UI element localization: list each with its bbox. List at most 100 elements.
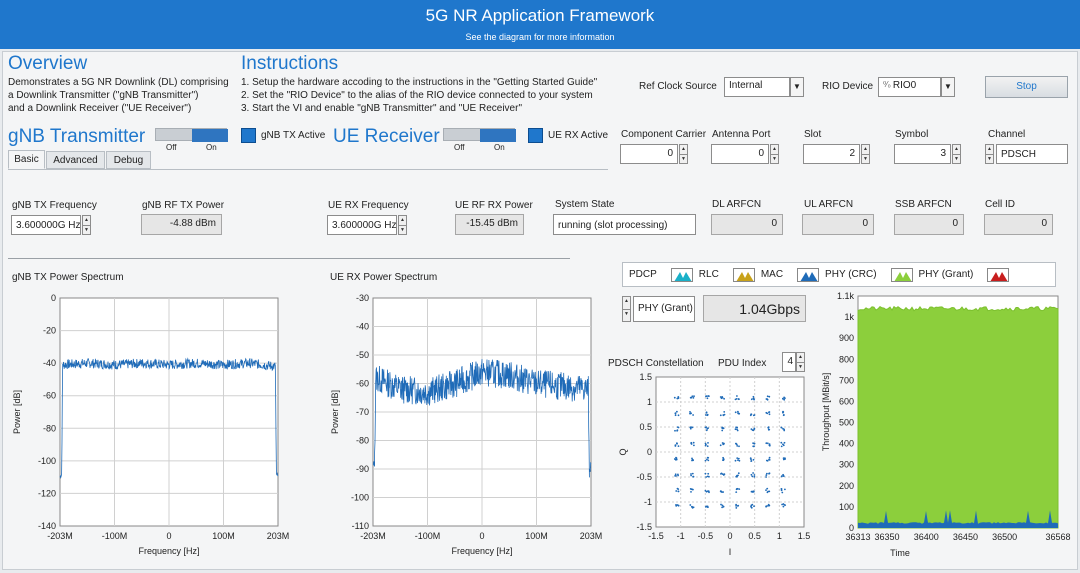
constellation-point — [782, 443, 784, 446]
x-tick-label: -100M — [102, 531, 128, 541]
ref-clock-select[interactable]: Internal — [724, 77, 790, 97]
y-tick-label: -80 — [43, 423, 56, 433]
gnb-freq-input[interactable]: 3.600000G Hz — [11, 215, 81, 235]
constellation-point — [707, 395, 710, 397]
constellation-point — [768, 472, 771, 475]
constellation-point — [708, 491, 710, 494]
constellation-point — [780, 488, 783, 490]
symbol-stepper[interactable]: ▲ ▼ — [952, 144, 961, 164]
y-tick-label: -1 — [644, 497, 652, 507]
tab-debug[interactable]: Debug — [106, 151, 151, 169]
constellation-point — [719, 444, 722, 447]
constellation-point — [752, 458, 755, 461]
constellation-point — [783, 398, 786, 401]
y-tick-label: 0 — [51, 293, 56, 303]
legend-label-pdcp: PDCP — [629, 269, 657, 280]
constellation-point — [780, 445, 783, 448]
x-axis-label: Frequency [Hz] — [451, 546, 512, 556]
overview-line-2: a Downlink Transmitter ("gNB Transmitter… — [8, 90, 199, 101]
rio-device-label: RIO Device — [822, 81, 874, 92]
ue-power-label: UE RF RX Power — [455, 200, 533, 211]
constellation-point — [753, 445, 755, 448]
x-tick-label: -1.5 — [648, 531, 664, 541]
y-tick-label: 100 — [839, 502, 854, 512]
x-tick-label: 100M — [212, 531, 235, 541]
constellation-point — [783, 414, 785, 416]
ue-freq-input[interactable]: 3.600000G Hz — [327, 215, 397, 235]
ref-clock-dropdown-icon[interactable]: ▼ — [790, 77, 804, 97]
x-axis-label: Time — [890, 548, 910, 558]
legend-item-phy-crc[interactable]: PHY (CRC) — [797, 267, 877, 282]
ue-enable-switch[interactable] — [443, 128, 516, 142]
component-carrier-input[interactable]: 0 — [620, 144, 678, 164]
ue-freq-stepper[interactable]: ▲ ▼ — [398, 215, 407, 235]
constellation-point — [736, 395, 738, 397]
y-tick-label: -40 — [356, 322, 369, 332]
slot-input[interactable]: 2 — [803, 144, 860, 164]
pdu-index-input[interactable]: 4 — [782, 352, 796, 372]
antenna-port-input[interactable]: 0 — [711, 144, 769, 164]
instructions-line-1: 1. Setup the hardware accoding to the in… — [241, 77, 598, 88]
constellation-point — [721, 429, 724, 432]
legend-item-rlc[interactable]: RLC — [670, 267, 719, 282]
y-tick-label: 900 — [839, 333, 854, 343]
symbol-input[interactable]: 3 — [894, 144, 951, 164]
legend-item-pdcp[interactable]: PDCP — [629, 269, 657, 280]
constellation-point — [721, 396, 724, 399]
legend-item-mac[interactable]: MAC — [732, 267, 783, 282]
instructions-heading: Instructions — [241, 53, 339, 74]
constellation-point — [689, 412, 691, 415]
constellation-point — [768, 490, 771, 493]
constellation-point — [766, 472, 768, 475]
rio-device-select[interactable]: ⁰⁄₀ RIO0 — [878, 77, 941, 97]
constellation-point — [753, 474, 756, 476]
constellation-point — [768, 456, 771, 459]
constellation-point — [784, 488, 786, 491]
constellation-point — [782, 427, 784, 430]
y-tick-label: -60 — [43, 391, 56, 401]
throughput-selector[interactable]: PHY (Grant) — [633, 296, 695, 322]
constellation-point — [704, 472, 707, 475]
constellation-point — [737, 459, 739, 461]
throughput-selector-stepper[interactable]: ▲ ▼ — [622, 296, 631, 322]
tab-advanced[interactable]: Advanced — [46, 151, 105, 169]
legend-item-extra[interactable] — [987, 267, 1010, 282]
legend-item-phy-grant[interactable]: PHY (Grant) — [890, 267, 973, 282]
constellation-point — [783, 396, 785, 399]
tab-basic[interactable]: Basic — [8, 150, 45, 169]
instructions-line-2: 2. Set the "RIO Device" to the alias of … — [241, 90, 593, 101]
constellation-point — [706, 397, 709, 400]
ue-switch-off-label: Off — [454, 143, 465, 152]
constellation-point — [753, 442, 756, 445]
overview-heading: Overview — [8, 53, 88, 74]
constellation-title: PDSCH Constellation — [608, 358, 704, 369]
constellation-point — [677, 426, 680, 429]
constellation-point — [705, 476, 707, 478]
rlc-swatch-icon — [670, 267, 693, 282]
stop-button[interactable]: Stop — [985, 76, 1068, 98]
gnb-power-label: gNB RF TX Power — [142, 200, 225, 211]
constellation-point — [689, 411, 691, 413]
gnb-enable-switch[interactable] — [155, 128, 228, 142]
pdu-index-stepper[interactable]: ▲ ▼ — [796, 352, 805, 372]
ue-freq-label: UE RX Frequency — [328, 200, 409, 211]
constellation-point — [674, 429, 676, 432]
component-carrier-stepper[interactable]: ▲ ▼ — [679, 144, 688, 164]
rio-device-dropdown-icon[interactable]: ▼ — [941, 77, 955, 97]
antenna-port-stepper[interactable]: ▲ ▼ — [770, 144, 779, 164]
x-tick-label: -203M — [360, 531, 386, 541]
constellation-point — [690, 474, 692, 477]
gnb-freq-stepper[interactable]: ▲ ▼ — [82, 215, 91, 235]
slot-label: Slot — [804, 129, 822, 140]
constellation-point — [752, 490, 755, 493]
channel-stepper[interactable]: ▲ ▼ — [985, 144, 994, 164]
channel-input[interactable]: PDSCH — [996, 144, 1068, 164]
slot-stepper[interactable]: ▲ ▼ — [861, 144, 870, 164]
constellation-point — [734, 459, 737, 462]
gnb-tx-active-led — [241, 128, 256, 143]
y-tick-label: -1.5 — [636, 522, 652, 532]
gnb-tx-active-label: gNB TX Active — [261, 130, 326, 141]
tab-divider — [8, 169, 608, 170]
constellation-point — [692, 506, 695, 509]
constellation-point — [723, 442, 725, 445]
